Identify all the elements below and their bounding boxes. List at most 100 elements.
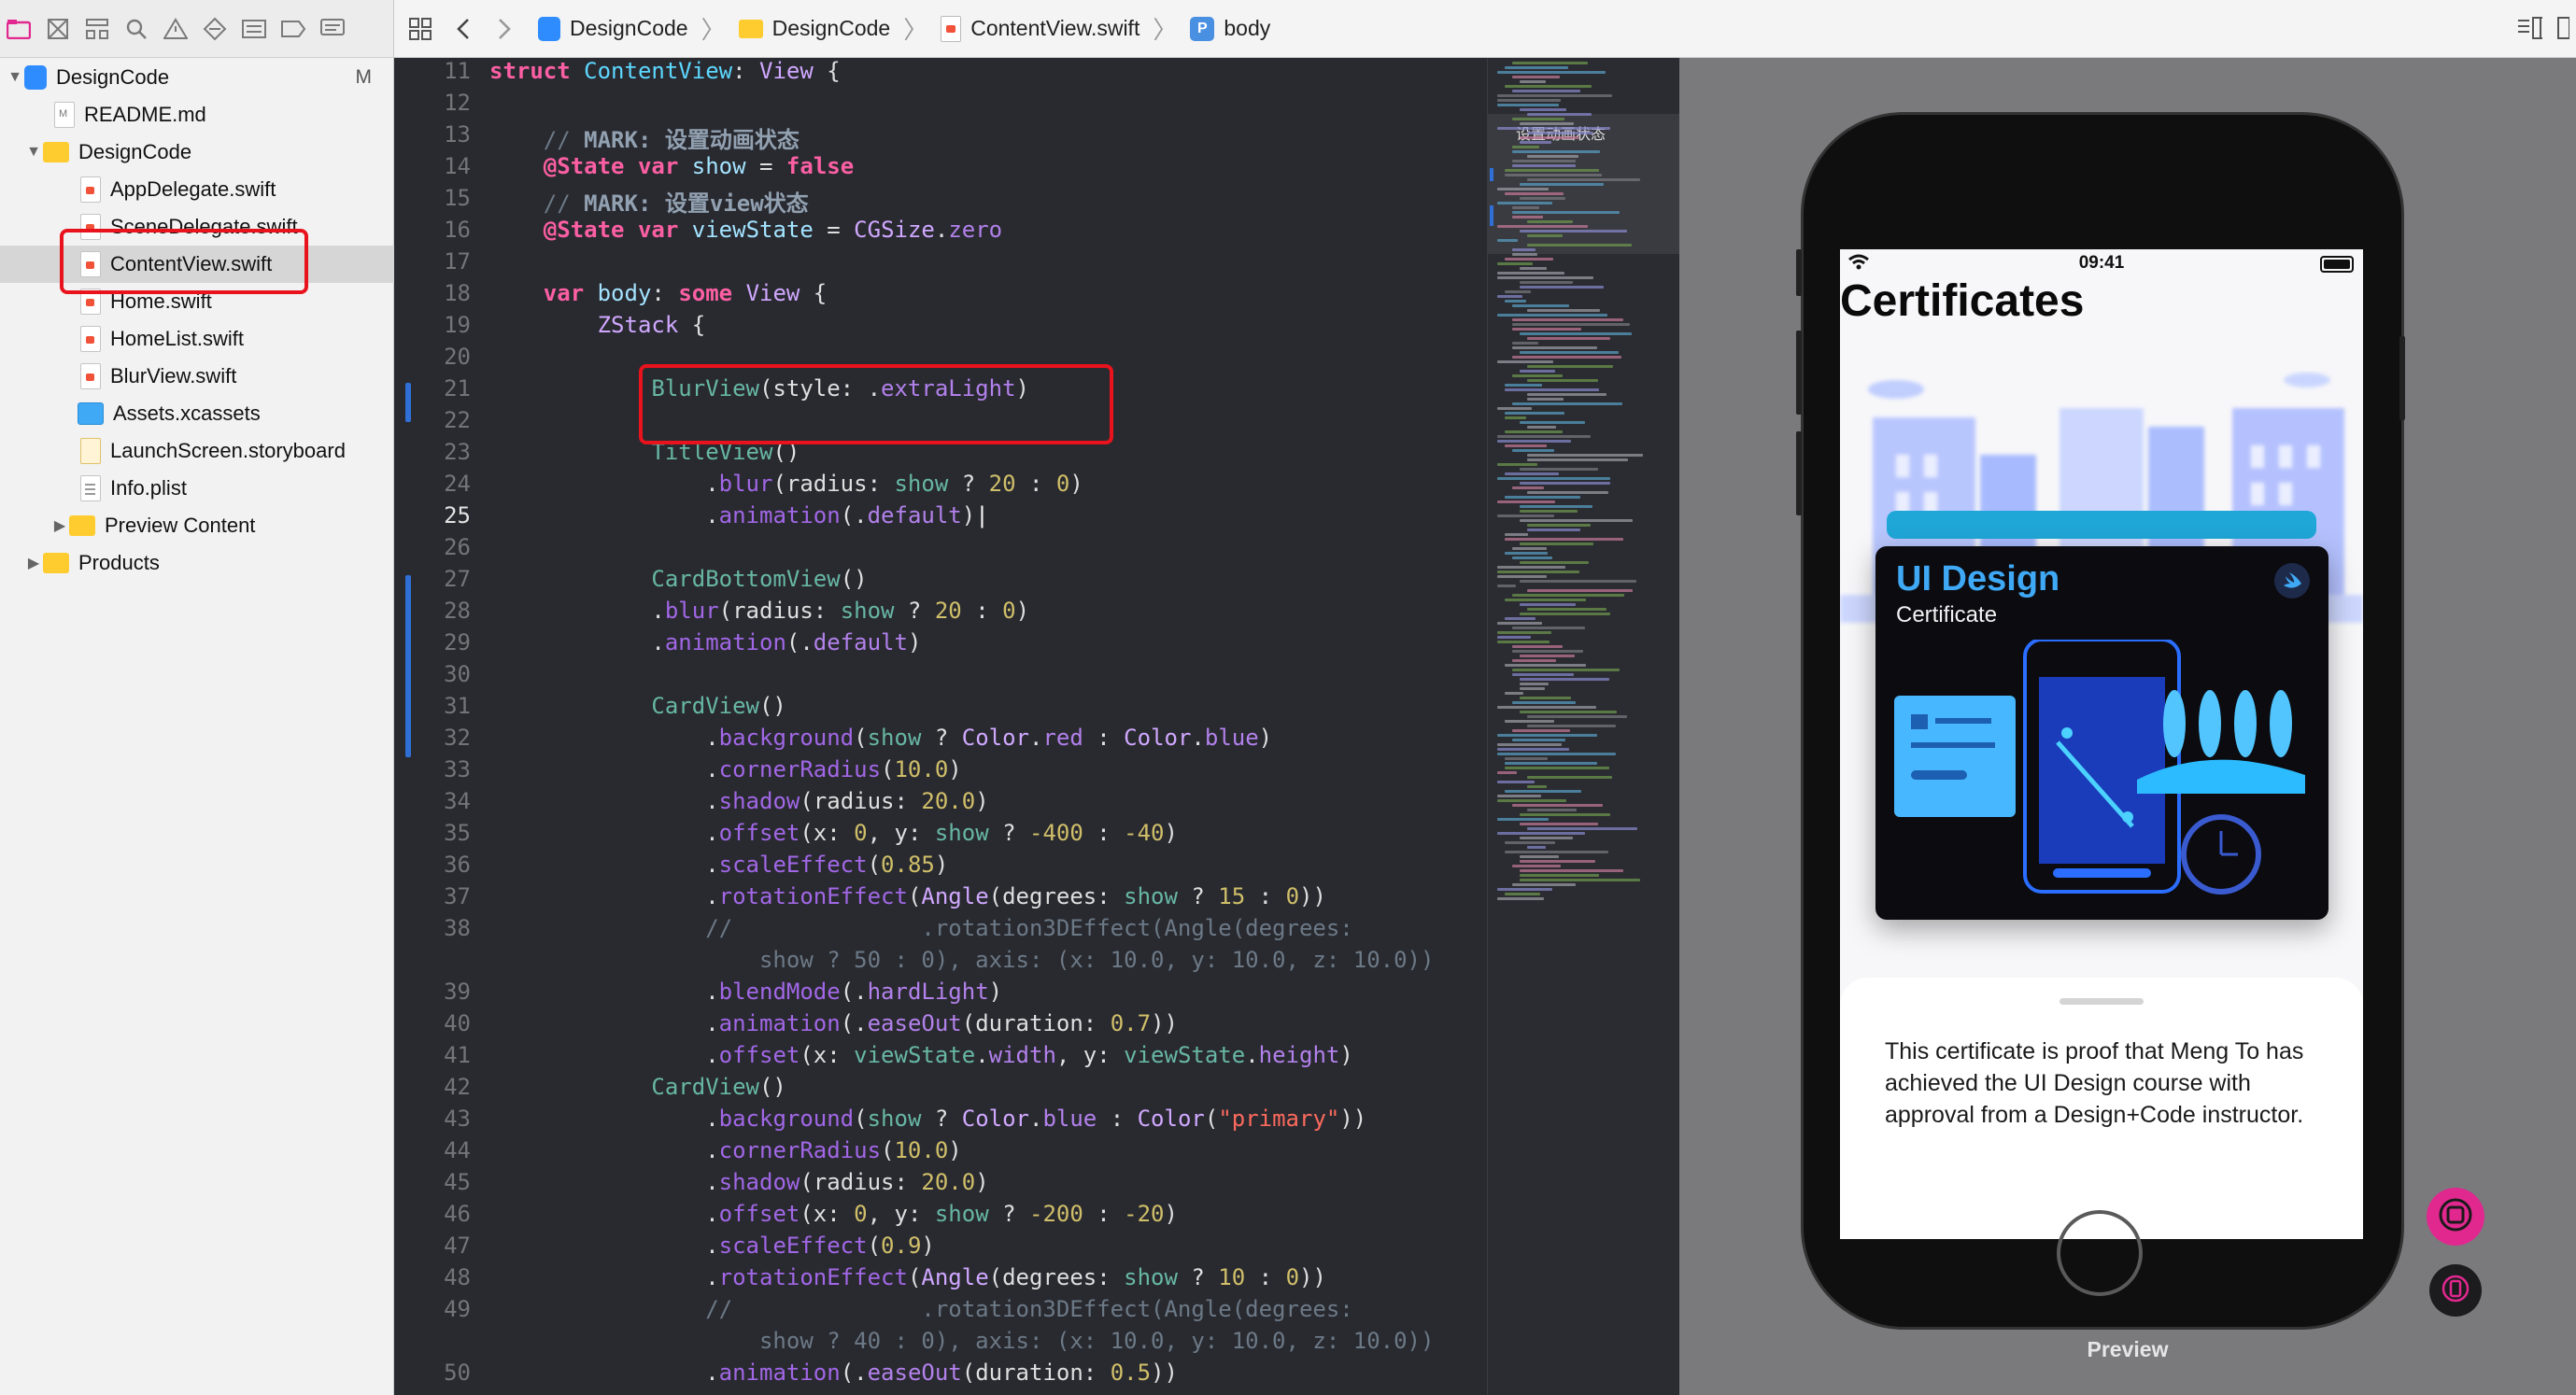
breadcrumb-project[interactable]: DesignCode bbox=[538, 16, 688, 41]
minimap-line bbox=[1512, 164, 1576, 167]
minimap-line bbox=[1512, 402, 1622, 405]
drag-handle[interactable] bbox=[2059, 998, 2144, 1005]
device-settings-button[interactable] bbox=[2429, 1264, 2482, 1317]
minimap-line bbox=[1497, 262, 1533, 265]
back-icon[interactable] bbox=[450, 16, 476, 42]
minimap-line bbox=[1497, 295, 1522, 298]
breakpoint-icon[interactable] bbox=[280, 16, 306, 42]
asset-catalog-icon bbox=[78, 402, 104, 425]
minimap-line bbox=[1520, 141, 1551, 144]
hierarchy-icon[interactable] bbox=[84, 16, 110, 42]
test-icon[interactable] bbox=[202, 16, 228, 42]
code-line: .background(show ? Color.red : Color.blu… bbox=[489, 725, 1273, 751]
minimap-line bbox=[1520, 860, 1595, 863]
card-subtitle: Certificate bbox=[1896, 602, 1998, 627]
code-line: .cornerRadius(10.0) bbox=[489, 756, 962, 782]
minimap-line bbox=[1505, 762, 1597, 765]
folder-icon[interactable] bbox=[6, 16, 32, 42]
minimap-line bbox=[1512, 739, 1565, 741]
pin-preview-button[interactable] bbox=[2427, 1188, 2484, 1246]
swift-file-icon bbox=[80, 326, 101, 352]
line-number: 50 bbox=[444, 1360, 471, 1386]
line-number: 36 bbox=[444, 852, 471, 878]
swift-file-icon bbox=[80, 176, 101, 203]
minimap-line bbox=[1505, 416, 1526, 419]
navigator-item-products[interactable]: ▶ Products bbox=[0, 544, 418, 582]
code-line: show ? 50 : 0), axis: (x: 10.0, y: 10.0,… bbox=[489, 947, 1435, 973]
minimap-line bbox=[1520, 510, 1578, 513]
editor-options-icon[interactable] bbox=[2516, 15, 2542, 41]
navigator-item-preview-content[interactable]: ▶ Preview Content bbox=[0, 507, 445, 544]
line-number: 47 bbox=[444, 1233, 471, 1259]
certificate-card[interactable]: UI Design Certificate bbox=[1875, 546, 2328, 920]
swift-file-icon bbox=[80, 363, 101, 389]
minimap-line bbox=[1497, 743, 1562, 746]
line-number: 15 bbox=[444, 185, 471, 211]
minimap-line bbox=[1505, 538, 1623, 541]
debug-icon[interactable] bbox=[241, 16, 267, 42]
home-button[interactable] bbox=[2057, 1210, 2143, 1296]
minimap-line bbox=[1527, 524, 1591, 527]
minimap-line bbox=[1527, 608, 1606, 611]
minimap-line bbox=[1497, 818, 1549, 821]
breadcrumb-file[interactable]: ContentView.swift bbox=[941, 15, 1139, 42]
navigator-item-designcode-group[interactable]: ▼ DesignCode bbox=[0, 134, 418, 171]
minimap-line bbox=[1497, 636, 1531, 639]
disclosure-expanded-icon[interactable]: ▼ bbox=[6, 69, 24, 86]
card-title: UI Design bbox=[1896, 559, 2060, 599]
card-bottom-view[interactable]: This certificate is proof that Meng To h… bbox=[1840, 978, 2363, 1239]
code-line: var body: some View { bbox=[543, 280, 828, 306]
minimap-line bbox=[1527, 309, 1600, 312]
minimap-line bbox=[1512, 883, 1576, 886]
minimap-line bbox=[1512, 374, 1563, 377]
breadcrumb-group[interactable]: DesignCode bbox=[738, 16, 890, 41]
minimap-line bbox=[1520, 136, 1579, 139]
minimap-line bbox=[1505, 174, 1602, 176]
minimap-line bbox=[1527, 155, 1578, 158]
line-number: 35 bbox=[444, 820, 471, 846]
status-time: 09:41 bbox=[2078, 253, 2125, 273]
forward-icon[interactable] bbox=[491, 16, 517, 42]
minimap-line bbox=[1505, 790, 1581, 793]
warning-icon[interactable] bbox=[163, 16, 189, 42]
minimap-line bbox=[1527, 244, 1632, 247]
minimap-line bbox=[1512, 701, 1576, 704]
code-line: show ? 40 : 0), axis: (x: 10.0, y: 10.0,… bbox=[489, 1328, 1435, 1354]
minimap-line bbox=[1527, 491, 1608, 494]
minimap-line bbox=[1497, 440, 1571, 443]
report-icon[interactable] bbox=[319, 16, 346, 42]
line-number: 26 bbox=[444, 534, 471, 560]
minimap-line bbox=[1497, 407, 1532, 410]
disclosure-collapsed-icon[interactable]: ▶ bbox=[24, 554, 43, 572]
code-line: .scaleEffect(0.9) bbox=[489, 1233, 935, 1259]
source-control-icon[interactable] bbox=[45, 16, 71, 42]
disclosure-expanded-icon[interactable]: ▼ bbox=[24, 144, 43, 161]
search-icon[interactable] bbox=[123, 16, 149, 42]
minimap-line bbox=[1512, 486, 1544, 489]
minimap-line bbox=[1497, 104, 1559, 106]
property-icon: P bbox=[1190, 16, 1215, 41]
minimap-line bbox=[1527, 528, 1580, 531]
minimap-line bbox=[1527, 220, 1573, 223]
code-editor[interactable]: 11 12 13 14 15 16 17 18 19 20 21 22 23 24 25 26 27 28 29 30… bbox=[394, 58, 1487, 1395]
disclosure-collapsed-icon[interactable]: ▶ bbox=[50, 516, 69, 535]
navigator-item-project[interactable]: ▼ DesignCode M bbox=[0, 59, 400, 96]
minimap-line bbox=[1497, 272, 1564, 275]
grid-icon[interactable] bbox=[407, 16, 433, 42]
minimap-line bbox=[1512, 627, 1585, 629]
minimap[interactable]: 设置动画状态 bbox=[1487, 58, 1680, 1395]
minimap-line bbox=[1505, 533, 1528, 536]
minimap-line bbox=[1497, 575, 1547, 578]
navigator-toolbar bbox=[0, 0, 394, 58]
minimap-line bbox=[1497, 897, 1544, 900]
minimap-line bbox=[1512, 146, 1539, 148]
minimap-line bbox=[1512, 356, 1621, 359]
markdown-file-icon bbox=[54, 102, 75, 128]
minimap-line bbox=[1520, 813, 1610, 816]
breadcrumb-symbol[interactable]: Pbody bbox=[1190, 16, 1270, 41]
minimap-line bbox=[1520, 332, 1632, 335]
minimap-line bbox=[1497, 622, 1542, 625]
navigator-item-readme[interactable]: README.md bbox=[0, 96, 448, 134]
inspector-toggle-icon[interactable] bbox=[2550, 15, 2576, 41]
minimap-line bbox=[1527, 398, 1564, 401]
